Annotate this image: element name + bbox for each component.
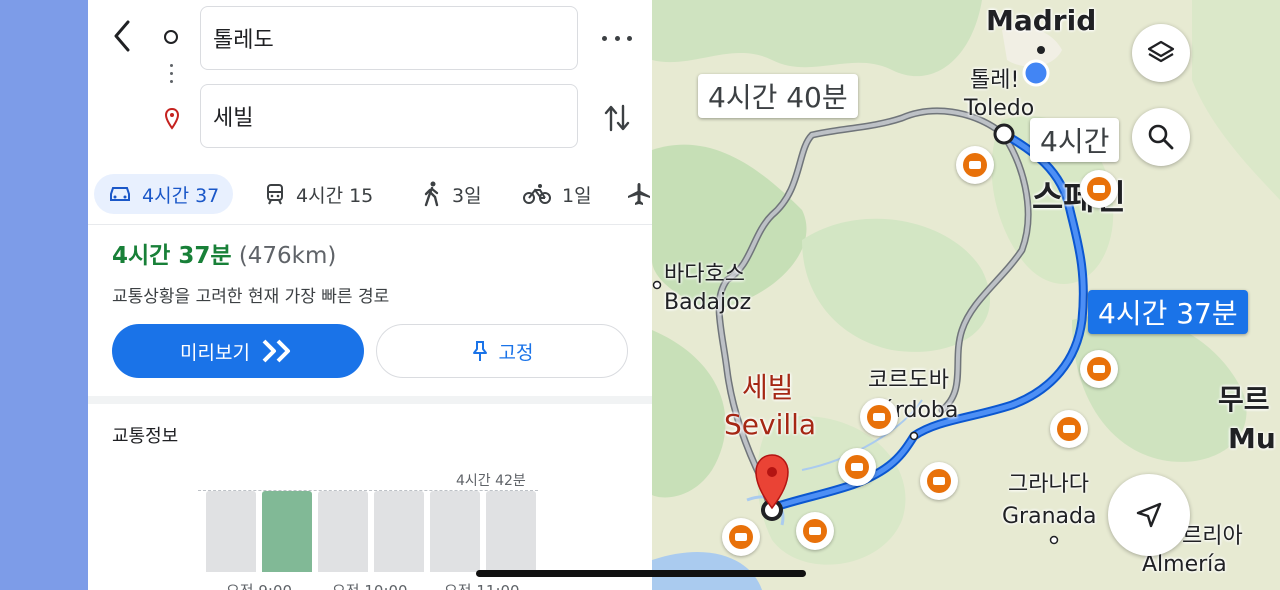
- more-options-button[interactable]: [602, 26, 632, 50]
- place-label-almeria-ko: 르리아: [1182, 524, 1243, 549]
- place-label-badajoz: Badajoz: [664, 290, 752, 315]
- left-background: [0, 0, 88, 590]
- pushpin-icon: [472, 341, 487, 361]
- traffic-bar[interactable]: [318, 491, 368, 572]
- plane-icon: [628, 183, 650, 205]
- route-summary: 4시간 37분 (476km): [112, 236, 336, 270]
- origin-text: 톨레도: [213, 28, 274, 53]
- place-label-sevilla-ko: 세빌: [742, 371, 794, 404]
- destination-text: 세빌: [213, 106, 254, 131]
- traffic-bar[interactable]: [206, 491, 256, 572]
- tab-walk[interactable]: 3일: [422, 174, 482, 214]
- route-time: 4시간 37분: [112, 243, 232, 269]
- traffic-bar[interactable]: [486, 491, 536, 572]
- place-label-toledo-ko: 톨레!: [970, 68, 1020, 93]
- swap-vertical-icon: [604, 104, 630, 132]
- route-distance: (476km): [238, 243, 337, 269]
- pin-button[interactable]: 고정: [376, 324, 628, 378]
- pin-button-label: 고정: [498, 341, 534, 364]
- place-label-granada-ko: 그라나다: [1008, 472, 1089, 497]
- route-dots-icon: [170, 64, 173, 88]
- place-label-almeria: Almería: [1142, 552, 1227, 577]
- place-label-granada: Granada: [1002, 504, 1097, 529]
- traffic-hour-label: 오전 10:00: [332, 580, 408, 590]
- home-indicator: [476, 570, 806, 577]
- preview-button-label: 미리보기: [180, 341, 250, 364]
- tab-transit[interactable]: 4시간 15: [264, 174, 373, 214]
- origin-marker-icon: [164, 30, 178, 44]
- walk-icon: [424, 181, 439, 207]
- speed-camera-icon[interactable]: [956, 146, 994, 184]
- swap-button[interactable]: [602, 100, 632, 136]
- preview-button[interactable]: 미리보기: [112, 324, 364, 378]
- tab-bike-label: 1일: [562, 184, 592, 207]
- directions-panel: 톨레도 세빌 4시간 37 4시간 15 3일 1일 4시간 37분 (476k…: [88, 0, 652, 590]
- tab-transit-label: 4시간 15: [296, 184, 374, 207]
- speed-camera-icon[interactable]: [838, 448, 876, 486]
- origin-input[interactable]: 톨레도: [200, 6, 578, 70]
- traffic-hour-label: 오전 11:00: [444, 580, 520, 590]
- place-label-toledo: Toledo: [964, 96, 1035, 121]
- main-route-time-label[interactable]: 4시간 37분: [1088, 290, 1248, 334]
- place-label-sevilla: Sevilla: [724, 408, 817, 441]
- car-icon: [110, 187, 130, 201]
- traffic-bar[interactable]: [430, 491, 480, 572]
- map-view[interactable]: 4시간 40분 4시간 4시간 37분 Madrid 톨레! Toledo 스페…: [652, 0, 1280, 590]
- place-label-badajoz-ko: 바다호스: [664, 262, 745, 287]
- chevron-left-icon: [114, 20, 130, 52]
- tab-flight[interactable]: [626, 174, 652, 214]
- search-icon: [1148, 124, 1174, 150]
- travel-mode-tabs: 4시간 37 4시간 15 3일 1일: [88, 168, 652, 225]
- layers-icon: [1147, 40, 1175, 63]
- tab-drive[interactable]: 4시간 37: [94, 174, 234, 214]
- search-button[interactable]: [1132, 108, 1190, 166]
- tab-bike[interactable]: 1일: [522, 174, 592, 214]
- speed-camera-icon[interactable]: [1080, 170, 1118, 208]
- tab-drive-label: 4시간 37: [142, 184, 220, 207]
- tab-walk-label: 3일: [452, 184, 482, 207]
- traffic-bar[interactable]: [374, 491, 424, 572]
- speed-camera-icon[interactable]: [860, 398, 898, 436]
- navigation-arrow-icon: [1136, 502, 1162, 528]
- place-label-cordoba-ko: 코르도바: [868, 368, 949, 393]
- alt-route-time-label[interactable]: 4시간 40분: [698, 74, 858, 118]
- speed-camera-icon[interactable]: [796, 512, 834, 550]
- layers-button[interactable]: [1132, 24, 1190, 82]
- section-divider: [88, 396, 652, 404]
- traffic-title: 교통정보: [112, 426, 179, 447]
- traffic-bar[interactable]: [262, 491, 312, 572]
- speed-camera-icon[interactable]: [1080, 350, 1118, 388]
- traffic-hour-label: 오전 9:00: [226, 580, 292, 590]
- destination-input[interactable]: 세빌: [200, 84, 578, 148]
- my-location-button[interactable]: [1108, 474, 1190, 556]
- speed-camera-icon[interactable]: [1050, 410, 1088, 448]
- speed-camera-icon[interactable]: [920, 462, 958, 500]
- speed-camera-icon[interactable]: [722, 518, 760, 556]
- back-button[interactable]: [108, 18, 136, 54]
- place-label-murcia: Mu: [1228, 422, 1276, 455]
- route-description: 교통상황을 고려한 현재 가장 빠른 경로: [112, 287, 390, 307]
- place-label-murcia-ko: 무르: [1218, 383, 1270, 416]
- partial-route-time-label[interactable]: 4시간: [1030, 118, 1120, 162]
- train-icon: [267, 184, 283, 205]
- destination-pin-icon: [165, 108, 179, 130]
- place-label-madrid: Madrid: [986, 4, 1097, 37]
- traffic-max-label: 4시간 42분: [456, 473, 526, 489]
- double-chevron-right-icon: [262, 339, 290, 363]
- bike-icon: [523, 184, 551, 204]
